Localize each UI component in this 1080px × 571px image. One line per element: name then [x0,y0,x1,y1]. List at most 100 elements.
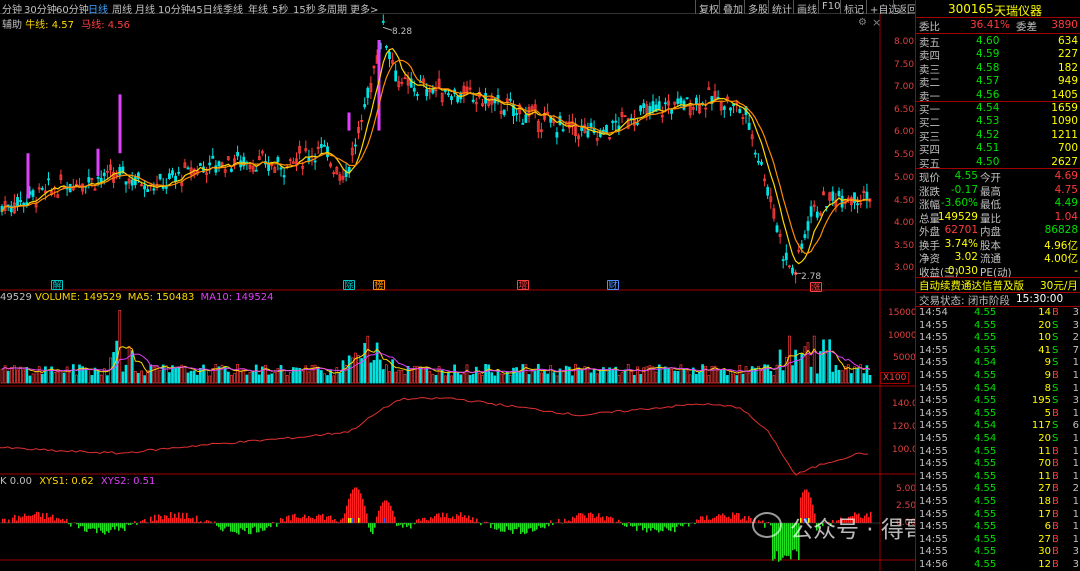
stat-value: 86828 [1044,224,1078,236]
xys-bar [122,523,124,529]
volume-bar [341,360,345,384]
event-marker[interactable]: 涨 [810,282,822,293]
tick-price: 4.55 [974,319,997,331]
volume-bar [499,373,503,384]
volume-bar [273,372,277,384]
xys-bar [746,520,748,523]
candle-body [133,176,137,186]
xys-bar [652,523,654,529]
volume-bar [586,367,590,384]
tick-count: 3 [1072,546,1079,558]
xys-bar [386,500,388,523]
xys-bar [358,489,360,523]
y-axis-label: 4.50 [894,196,915,206]
xys-bar [124,523,126,531]
candle-body [124,181,128,185]
xys-bar [522,523,524,533]
volume-bar [357,355,360,384]
xys-bar [86,523,88,532]
tick-count: 2 [1072,483,1079,495]
volume-bar [732,373,735,384]
tick-time: 14:55 [919,319,948,331]
candle-body [164,186,168,189]
candle-body [865,191,869,201]
xys-bar [70,523,72,527]
candle-body [722,106,726,110]
bid-volume: 1659 [1051,102,1078,114]
xys-bar [226,523,228,527]
xys-bar [114,523,116,530]
volume-bar [456,372,460,384]
quote-panel: 300165 天瑞仪器 委比 36.41% 委差 3890 卖五 4.60 634 卖… [915,0,1080,571]
volume-bar [78,364,81,384]
stat-value: -0.030 [944,264,978,277]
xys-bar [154,514,156,523]
event-marker[interactable]: 解 [51,280,63,291]
volume-bar [99,374,103,384]
volume-bar [660,368,664,384]
xys-bar [518,523,520,528]
legend-b-name: 马线: [81,20,105,31]
xys-bar [98,523,100,528]
volume-bar [536,364,540,384]
event-marker[interactable]: 除 [343,280,355,291]
candle-body [217,161,221,167]
volume-bar [419,366,422,384]
candle-body [508,98,512,101]
ad-price: 30元/月 [1040,280,1078,292]
volume-bar [564,365,568,384]
volume-bar [279,365,283,384]
tick-time: 14:55 [919,357,948,369]
xys-bar [680,523,682,526]
xys-bar [666,523,668,529]
xys-bar [540,523,542,528]
candle-body [186,167,190,170]
ad-row[interactable]: 自动续费通达信普及版 30元/月 [916,277,1080,292]
volume-bar [267,374,270,384]
volume-bar [443,375,447,384]
xys-bar [534,523,536,531]
volume-bar [862,373,866,384]
tick-count: 1 [1072,458,1079,470]
xys-bar [626,523,628,527]
xys-bar [276,523,278,527]
xys-bar [296,517,298,523]
xys1-label: XYS1: 0.62 [39,476,94,487]
candle-body [791,267,794,274]
xys-bar [648,523,650,529]
xys-legend: K 0.00 XYS1: 0.62 XYS2: 0.51 [0,476,155,487]
tick-row: 14:55 4.55 5 B 1 [916,408,1080,421]
xys-bar [342,518,344,523]
volume-bar [667,367,670,384]
tick-time: 14:55 [919,533,948,545]
tick-price: 4.55 [974,521,997,533]
xys-bar [168,518,170,523]
ask-volume: 634 [1057,35,1078,47]
xys-bar [510,523,512,531]
trade-state-row: 交易状态: 闭市阶段 15:30:00 [916,292,1080,307]
volume-bar [354,352,357,384]
volume-bar [744,366,748,384]
volume-bar [626,364,630,384]
volume-bar [617,374,621,384]
volume-bar [9,367,13,384]
xys-bar [664,523,666,527]
tick-direction: B [1052,521,1059,533]
volume-bar [189,370,193,384]
settings-icon[interactable]: ⚙ [858,17,867,28]
event-marker[interactable]: 榜 [373,280,385,291]
limit-up-candle [26,153,30,199]
candle-body [815,211,819,218]
xys-bar [252,523,254,528]
xys-bar [576,515,578,523]
tick-volume: 70 [1038,458,1051,470]
xys-bar [740,519,742,523]
volume-bar [223,366,227,384]
tick-price: 4.55 [974,407,997,419]
xys-bar [20,517,22,523]
event-marker[interactable]: 财 [607,280,619,291]
xys-bar [264,523,266,531]
close-icon[interactable]: × [872,16,881,29]
stat-value: 4.75 [1054,183,1078,196]
event-marker[interactable]: 增 [517,280,529,291]
